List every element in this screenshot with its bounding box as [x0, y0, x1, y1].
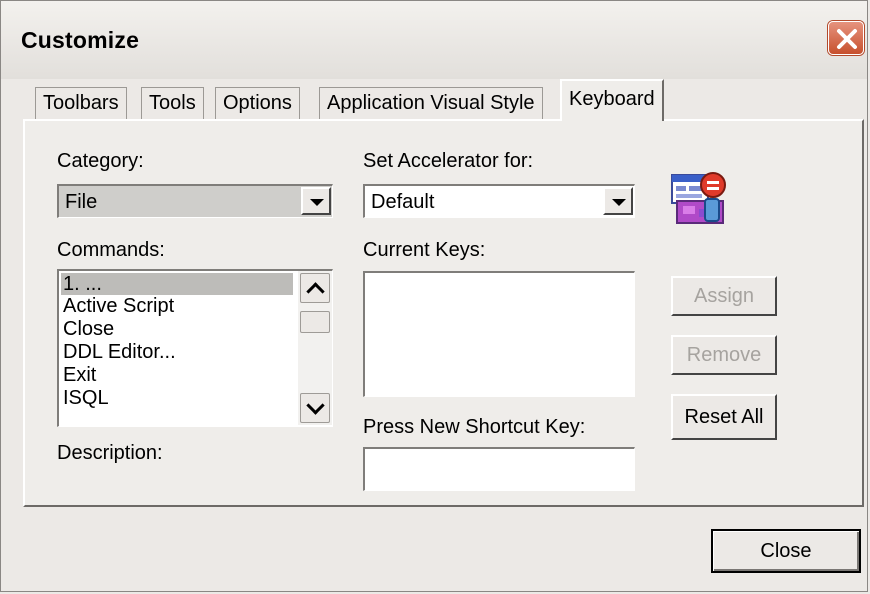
commands-label: Commands:	[57, 239, 165, 261]
commands-listbox[interactable]: 1. ... Active Script Close DDL Editor...…	[57, 269, 333, 427]
scroll-up-button[interactable]	[300, 273, 330, 303]
tab-keyboard[interactable]: Keyboard	[560, 79, 664, 121]
list-item[interactable]: 1. ...	[61, 273, 293, 295]
tab-tools[interactable]: Tools	[141, 87, 204, 119]
close-icon	[837, 29, 857, 49]
accelerator-dropdown-button[interactable]	[603, 187, 633, 215]
description-label: Description:	[57, 442, 163, 464]
reset-all-button[interactable]: Reset All	[671, 394, 777, 440]
accelerator-dropdown[interactable]: Default	[363, 184, 635, 218]
list-item[interactable]: Exit	[63, 364, 96, 386]
list-item[interactable]: Active Script	[63, 295, 174, 317]
title-bar[interactable]: Customize	[1, 1, 867, 79]
tab-options[interactable]: Options	[215, 87, 300, 119]
keyboard-customize-icon	[671, 172, 726, 224]
dropdown-arrow-icon	[612, 199, 626, 206]
category-label: Category:	[57, 150, 144, 172]
window-title: Customize	[21, 27, 140, 53]
current-keys-label: Current Keys:	[363, 239, 486, 261]
tab-toolbars[interactable]: Toolbars	[35, 87, 127, 119]
new-shortcut-label: Press New Shortcut Key:	[363, 416, 586, 438]
chevron-down-icon	[306, 396, 325, 415]
category-value: File	[65, 191, 98, 213]
customize-dialog: Customize Toolbars Tools Options Applica…	[0, 0, 868, 592]
remove-button[interactable]: Remove	[671, 335, 777, 375]
list-item[interactable]: ISQL	[63, 387, 109, 409]
chevron-up-icon	[306, 282, 325, 301]
close-button[interactable]: Close	[711, 529, 861, 573]
accelerator-value: Default	[371, 191, 435, 213]
list-item[interactable]: Close	[63, 318, 114, 340]
assign-button[interactable]: Assign	[671, 276, 777, 316]
category-dropdown[interactable]: File	[57, 184, 333, 218]
close-window-button[interactable]	[828, 21, 864, 55]
dropdown-arrow-icon	[310, 199, 324, 206]
commands-scrollbar[interactable]	[298, 271, 332, 425]
scroll-thumb[interactable]	[300, 311, 330, 333]
new-shortcut-input[interactable]	[363, 447, 635, 491]
current-keys-listbox[interactable]	[363, 271, 635, 397]
category-dropdown-button[interactable]	[301, 187, 331, 215]
list-item[interactable]: DDL Editor...	[63, 341, 176, 363]
accelerator-label: Set Accelerator for:	[363, 150, 534, 172]
scroll-down-button[interactable]	[300, 393, 330, 423]
tab-application-visual-style[interactable]: Application Visual Style	[319, 87, 543, 119]
